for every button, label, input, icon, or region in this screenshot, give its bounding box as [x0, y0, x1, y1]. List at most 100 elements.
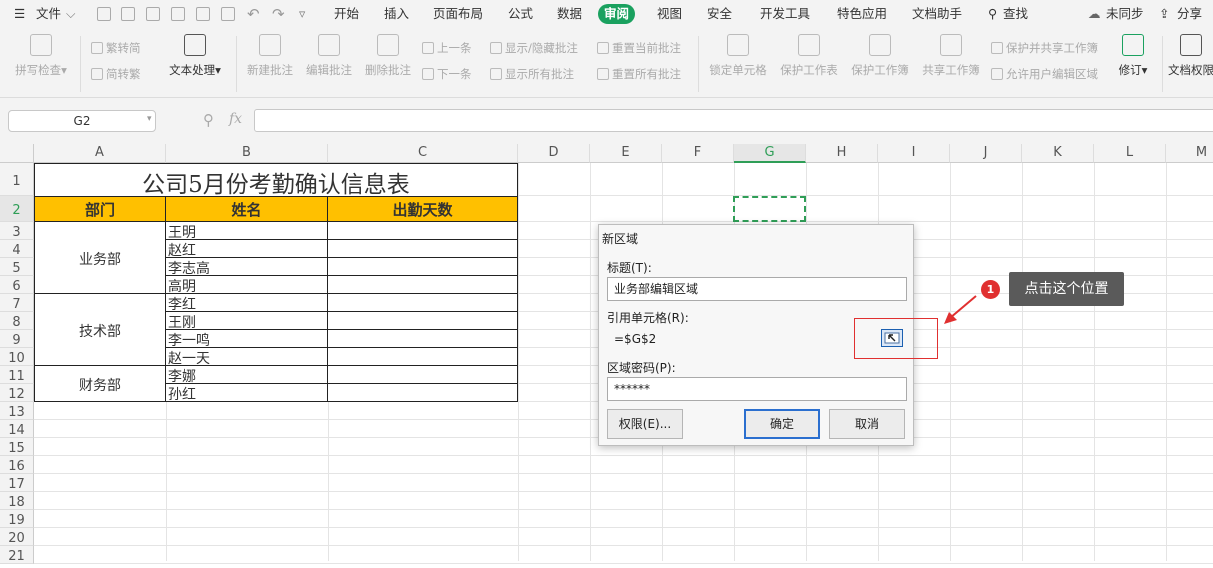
row-header-12[interactable]: 12 — [0, 384, 34, 402]
days-cell[interactable] — [327, 347, 518, 366]
pwd-input[interactable]: ****** — [607, 377, 907, 401]
customize-toolbar-icon[interactable]: ▿ — [299, 0, 305, 28]
formula-input[interactable] — [254, 109, 1213, 132]
tab-view[interactable]: 视图 — [657, 0, 682, 28]
search-button[interactable]: 查找 — [1003, 0, 1028, 28]
select-all-corner[interactable] — [0, 144, 34, 163]
days-cell[interactable] — [327, 293, 518, 312]
row-header-20[interactable]: 20 — [0, 528, 34, 546]
column-header-j[interactable]: J — [950, 144, 1022, 163]
tab-home[interactable]: 开始 — [334, 0, 359, 28]
row-header-9[interactable]: 9 — [0, 330, 34, 348]
undo-icon[interactable]: ↶ — [247, 0, 260, 28]
days-cell[interactable] — [327, 365, 518, 384]
trad-to-simp-button[interactable]: 繁转简 — [91, 40, 141, 56]
row-header-7[interactable]: 7 — [0, 294, 34, 312]
column-header-i[interactable]: I — [878, 144, 950, 163]
save-icon[interactable] — [146, 7, 160, 21]
ref-input[interactable]: =$G$2 — [607, 327, 857, 351]
redo-icon[interactable]: ↷ — [272, 0, 285, 28]
days-cell[interactable] — [327, 311, 518, 330]
new-comment-button[interactable]: 新建批注 — [245, 34, 295, 78]
share-book-button[interactable]: 共享工作簿 — [919, 34, 983, 78]
row-header-19[interactable]: 19 — [0, 510, 34, 528]
days-cell[interactable] — [327, 239, 518, 258]
tab-page-layout[interactable]: 页面布局 — [433, 0, 483, 28]
allow-edit-ranges-button[interactable]: 允许用户编辑区域 — [991, 66, 1098, 82]
column-header-k[interactable]: K — [1022, 144, 1094, 163]
column-header-f[interactable]: F — [662, 144, 734, 163]
reset-current-comment-button[interactable]: 重置当前批注 — [597, 40, 681, 56]
delete-comment-button[interactable]: 删除批注 — [363, 34, 413, 78]
print-icon[interactable] — [196, 7, 210, 21]
lock-cell-button[interactable]: 锁定单元格 — [706, 34, 770, 78]
row-header-13[interactable]: 13 — [0, 402, 34, 420]
spellcheck-button[interactable]: 拼写检查▾ — [12, 34, 70, 78]
row-header-3[interactable]: 3 — [0, 222, 34, 240]
column-header-c[interactable]: C — [328, 144, 518, 163]
days-cell[interactable] — [327, 275, 518, 294]
fx-icon[interactable]: fx — [229, 111, 242, 127]
column-header-d[interactable]: D — [518, 144, 590, 163]
days-cell[interactable] — [327, 221, 518, 240]
row-header-10[interactable]: 10 — [0, 348, 34, 366]
reset-all-comments-button[interactable]: 重置所有批注 — [597, 66, 681, 82]
prev-comment-button[interactable]: 上一条 — [422, 40, 472, 56]
row-header-4[interactable]: 4 — [0, 240, 34, 258]
row-header-11[interactable]: 11 — [0, 366, 34, 384]
zoom-icon[interactable]: ⚲ — [203, 111, 214, 129]
search-icon[interactable]: ⚲ — [988, 0, 997, 28]
protect-sheet-button[interactable]: 保护工作表 — [777, 34, 841, 78]
tab-insert[interactable]: 插入 — [384, 0, 409, 28]
name-box[interactable]: G2 — [8, 110, 156, 132]
row-header-21[interactable]: 21 — [0, 546, 34, 564]
print-preview-icon[interactable] — [221, 7, 235, 21]
file-menu[interactable]: 文件 — [36, 0, 61, 28]
simp-to-trad-button[interactable]: 简转繁 — [91, 66, 141, 82]
chevron-down-icon[interactable]: ⌵ — [66, 0, 75, 28]
tab-developer[interactable]: 开发工具 — [760, 0, 810, 28]
row-header-8[interactable]: 8 — [0, 312, 34, 330]
show-hide-comment-button[interactable]: 显示/隐藏批注 — [490, 40, 578, 56]
permissions-button[interactable]: 权限(E)... — [607, 409, 683, 439]
format-painter-icon[interactable] — [171, 7, 185, 21]
title-input[interactable]: 业务部编辑区域 — [607, 277, 907, 301]
tab-doc-assistant[interactable]: 文档助手 — [912, 0, 962, 28]
column-header-l[interactable]: L — [1094, 144, 1166, 163]
protect-book-button[interactable]: 保护工作簿 — [848, 34, 912, 78]
row-header-1[interactable]: 1 — [0, 163, 34, 196]
column-header-m[interactable]: M — [1166, 144, 1213, 163]
column-header-h[interactable]: H — [806, 144, 878, 163]
sync-status[interactable]: 未同步 — [1106, 0, 1144, 28]
next-comment-button[interactable]: 下一条 — [422, 66, 472, 82]
days-cell[interactable] — [327, 257, 518, 276]
share-button[interactable]: 分享 — [1177, 0, 1202, 28]
row-header-2[interactable]: 2 — [0, 196, 34, 222]
days-cell[interactable] — [327, 329, 518, 348]
row-header-15[interactable]: 15 — [0, 438, 34, 456]
name-box-dropdown-icon[interactable]: ▾ — [147, 114, 152, 124]
open-icon[interactable] — [121, 7, 135, 21]
protect-share-book-button[interactable]: 保护并共享工作簿 — [991, 40, 1098, 56]
ok-button[interactable]: 确定 — [744, 409, 820, 439]
column-header-a[interactable]: A — [34, 144, 166, 163]
cloud-icon[interactable]: ☁ — [1088, 0, 1101, 28]
row-header-6[interactable]: 6 — [0, 276, 34, 294]
track-changes-button[interactable]: 修订▾ — [1114, 34, 1152, 78]
edit-comment-button[interactable]: 编辑批注 — [304, 34, 354, 78]
doc-permissions-button[interactable]: 文档权限 — [1168, 34, 1213, 78]
row-header-16[interactable]: 16 — [0, 456, 34, 474]
tab-data[interactable]: 数据 — [557, 0, 582, 28]
tab-special-apps[interactable]: 特色应用 — [837, 0, 887, 28]
text-process-button[interactable]: 文本处理▾ — [166, 34, 224, 78]
days-cell[interactable] — [327, 383, 518, 402]
column-header-e[interactable]: E — [590, 144, 662, 163]
selected-cell-g2[interactable] — [733, 196, 806, 222]
new-icon[interactable] — [97, 7, 111, 21]
tab-formulas[interactable]: 公式 — [508, 0, 533, 28]
row-header-17[interactable]: 17 — [0, 474, 34, 492]
row-header-18[interactable]: 18 — [0, 492, 34, 510]
tab-security[interactable]: 安全 — [707, 0, 732, 28]
cancel-button[interactable]: 取消 — [829, 409, 905, 439]
column-header-g[interactable]: G — [734, 144, 806, 163]
